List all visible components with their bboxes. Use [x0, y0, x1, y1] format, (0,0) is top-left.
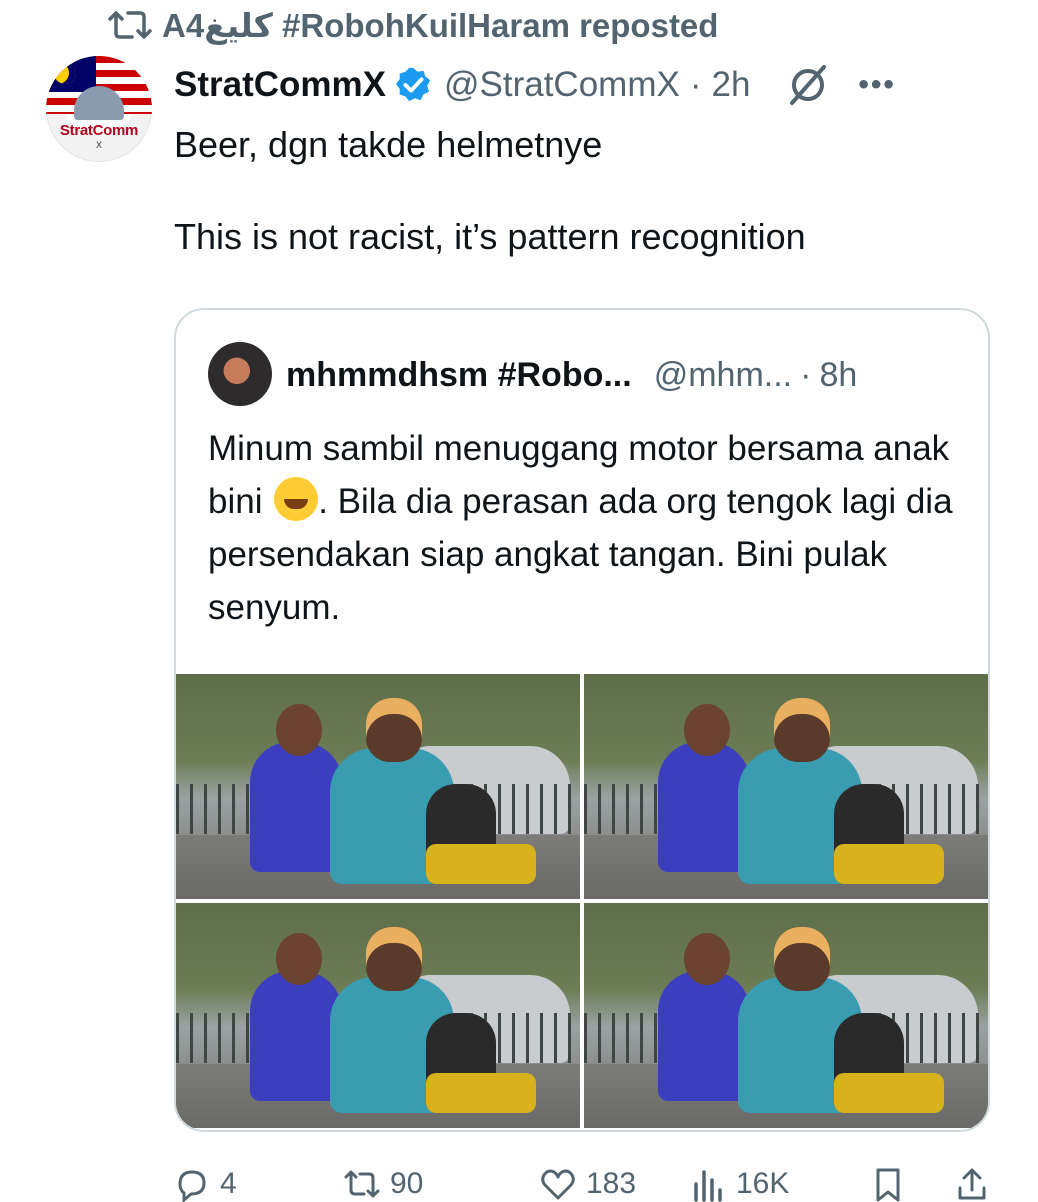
quoted-tweet-text: Minum sambil menuggang motor bersama ana…: [208, 422, 968, 634]
quoted-tweet-header: mhmmdhsm #Robo... @mhm... · 8h: [286, 350, 958, 400]
share-icon: [958, 1168, 986, 1200]
avatar-brand-subtext: X: [95, 140, 102, 150]
repost-button[interactable]: 90: [344, 1166, 540, 1202]
media-grid: [176, 674, 988, 1130]
quoted-author-avatar[interactable]: [208, 342, 272, 406]
author-avatar[interactable]: StratComm X: [46, 56, 152, 162]
bookmark-icon: [876, 1168, 900, 1202]
media-photo[interactable]: [584, 903, 988, 1128]
quoted-display-name[interactable]: mhmmdhsm #Robo...: [286, 356, 632, 395]
avatar-moon-icon: [54, 62, 76, 84]
analytics-icon: [694, 1170, 722, 1202]
reply-button[interactable]: 4: [174, 1166, 344, 1202]
avatar-brand-text: StratComm: [59, 122, 139, 139]
repost-icon: [344, 1170, 380, 1198]
social-context-text: A4كليغ #RobohKuilHaram reposted: [162, 6, 719, 44]
more-options-icon[interactable]: •••: [858, 68, 896, 102]
like-button[interactable]: 183: [540, 1166, 690, 1202]
like-count: 183: [586, 1167, 637, 1200]
tweet-text: Beer, dgn takde helmetnye This is not ra…: [174, 124, 806, 257]
tweet-header: StratCommX @StratCommX · 2h •••: [174, 62, 988, 108]
quoted-separator: ·: [800, 355, 812, 394]
share-button[interactable]: [954, 1166, 990, 1202]
verified-badge-icon[interactable]: [394, 66, 432, 104]
header-separator: ·: [689, 65, 702, 104]
social-context[interactable]: A4كليغ #RobohKuilHaram reposted: [108, 4, 718, 46]
reply-count: 4: [220, 1167, 237, 1200]
author-handle[interactable]: @StratCommX: [444, 65, 680, 105]
rolling-laughing-emoji-icon: [274, 477, 319, 521]
action-bar: 4 90 183 16K: [174, 1166, 994, 1202]
media-photo[interactable]: [584, 674, 988, 899]
quoted-tweet[interactable]: mhmmdhsm #Robo... @mhm... · 8h Minum sam…: [174, 308, 990, 1132]
bookmark-button[interactable]: [870, 1166, 954, 1202]
heart-icon: [541, 1169, 575, 1200]
views-button[interactable]: 16K: [690, 1166, 870, 1202]
quoted-timestamp[interactable]: 8h: [819, 356, 857, 395]
repost-icon: [108, 11, 152, 39]
views-count: 16K: [736, 1167, 790, 1200]
tweet-timestamp[interactable]: 2h: [711, 65, 750, 105]
grok-icon[interactable]: [786, 63, 830, 107]
media-photo[interactable]: [176, 903, 580, 1128]
media-photo[interactable]: [176, 674, 580, 899]
quoted-handle[interactable]: @mhm...: [654, 356, 792, 395]
author-display-name[interactable]: StratCommX: [174, 65, 386, 105]
reply-icon: [178, 1170, 206, 1202]
repost-count: 90: [390, 1167, 424, 1200]
quoted-text-part-2: . Bila dia perasan ada org tengok lagi d…: [208, 482, 953, 627]
